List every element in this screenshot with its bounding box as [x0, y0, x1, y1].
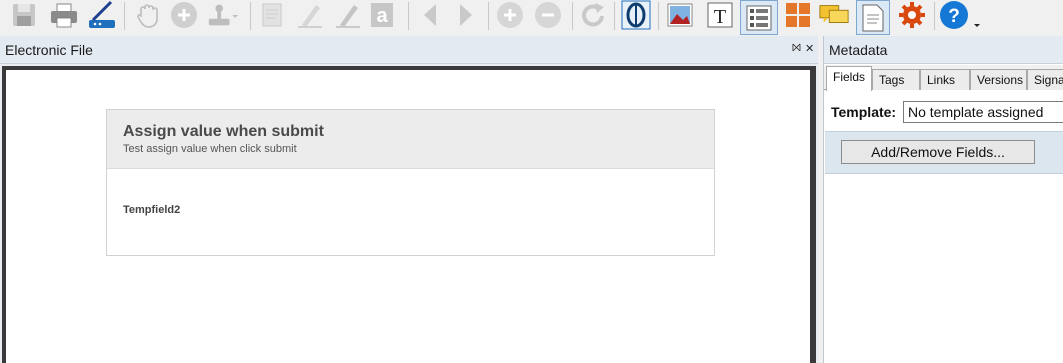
text-icon[interactable]: a	[366, 0, 398, 30]
template-row: Template: No template assigned	[824, 98, 1063, 126]
scanner-icon[interactable]	[86, 0, 118, 30]
close-icon[interactable]: ✕	[805, 42, 814, 55]
document-viewer[interactable]: Assign value when submit Test assign val…	[2, 66, 816, 363]
pin-icon[interactable]: ⨝	[792, 42, 801, 55]
note-icon[interactable]	[256, 0, 288, 30]
metadata-tabs: Fields Tags Links Versions Signat	[824, 65, 1063, 91]
zoom-in-icon[interactable]	[168, 0, 200, 30]
tab-signatures[interactable]: Signat	[1027, 69, 1063, 90]
toolbar-overflow-icon[interactable]	[970, 0, 984, 30]
svg-text:T: T	[714, 6, 726, 28]
image-icon[interactable]	[664, 0, 696, 30]
zoom-minus-icon[interactable]	[532, 0, 564, 30]
pan-hand-icon[interactable]	[132, 0, 164, 30]
help-icon[interactable]: ?	[938, 0, 970, 30]
comments-icon[interactable]	[818, 0, 850, 30]
rotate-icon[interactable]	[578, 0, 610, 30]
tab-versions[interactable]: Versions	[970, 69, 1027, 90]
text-tool-icon[interactable]: T	[704, 0, 736, 30]
form-card: Assign value when submit Test assign val…	[106, 109, 715, 256]
stamp-icon[interactable]	[206, 0, 238, 30]
metadata-header: Metadata	[824, 36, 1063, 64]
main-toolbar: a T ?	[0, 0, 1063, 36]
zoom-plus-icon[interactable]	[494, 0, 526, 30]
tab-links[interactable]: Links	[920, 69, 970, 90]
highlighter-icon[interactable]	[294, 0, 326, 30]
electronic-file-title: Electronic File	[5, 41, 93, 58]
fields-action-bar: Add/Remove Fields...	[825, 131, 1063, 174]
document-page: Assign value when submit Test assign val…	[6, 70, 810, 363]
previous-page-icon[interactable]	[414, 0, 446, 30]
add-remove-fields-button[interactable]: Add/Remove Fields...	[841, 140, 1035, 164]
marker-icon[interactable]	[332, 0, 364, 30]
form-field-label: Tempfield2	[123, 204, 181, 216]
metadata-title: Metadata	[829, 41, 888, 58]
ocr-icon[interactable]	[620, 0, 652, 30]
form-header: Assign value when submit Test assign val…	[107, 110, 714, 169]
metadata-pane: Metadata Fields Tags Links Versions Sign…	[823, 36, 1063, 363]
print-icon[interactable]	[48, 0, 80, 30]
next-page-icon[interactable]	[450, 0, 482, 30]
form-title: Assign value when submit	[123, 123, 324, 140]
form-subtitle: Test assign value when click submit	[123, 143, 297, 155]
tab-tags[interactable]: Tags	[872, 69, 920, 90]
settings-icon[interactable]	[896, 0, 928, 30]
document-icon[interactable]	[856, 0, 890, 35]
electronic-file-pane: Electronic File ⨝ ✕ Assign value when su…	[0, 36, 818, 363]
save-icon[interactable]	[8, 0, 40, 30]
thumbnails-icon[interactable]	[782, 0, 814, 30]
template-label: Template:	[831, 104, 897, 120]
tab-fields[interactable]: Fields	[826, 66, 872, 91]
template-field[interactable]: No template assigned	[903, 101, 1063, 123]
field-list-icon[interactable]	[740, 0, 778, 35]
svg-text:a: a	[376, 5, 388, 27]
svg-text:?: ?	[948, 6, 960, 27]
electronic-file-header: Electronic File ⨝ ✕	[0, 36, 818, 64]
